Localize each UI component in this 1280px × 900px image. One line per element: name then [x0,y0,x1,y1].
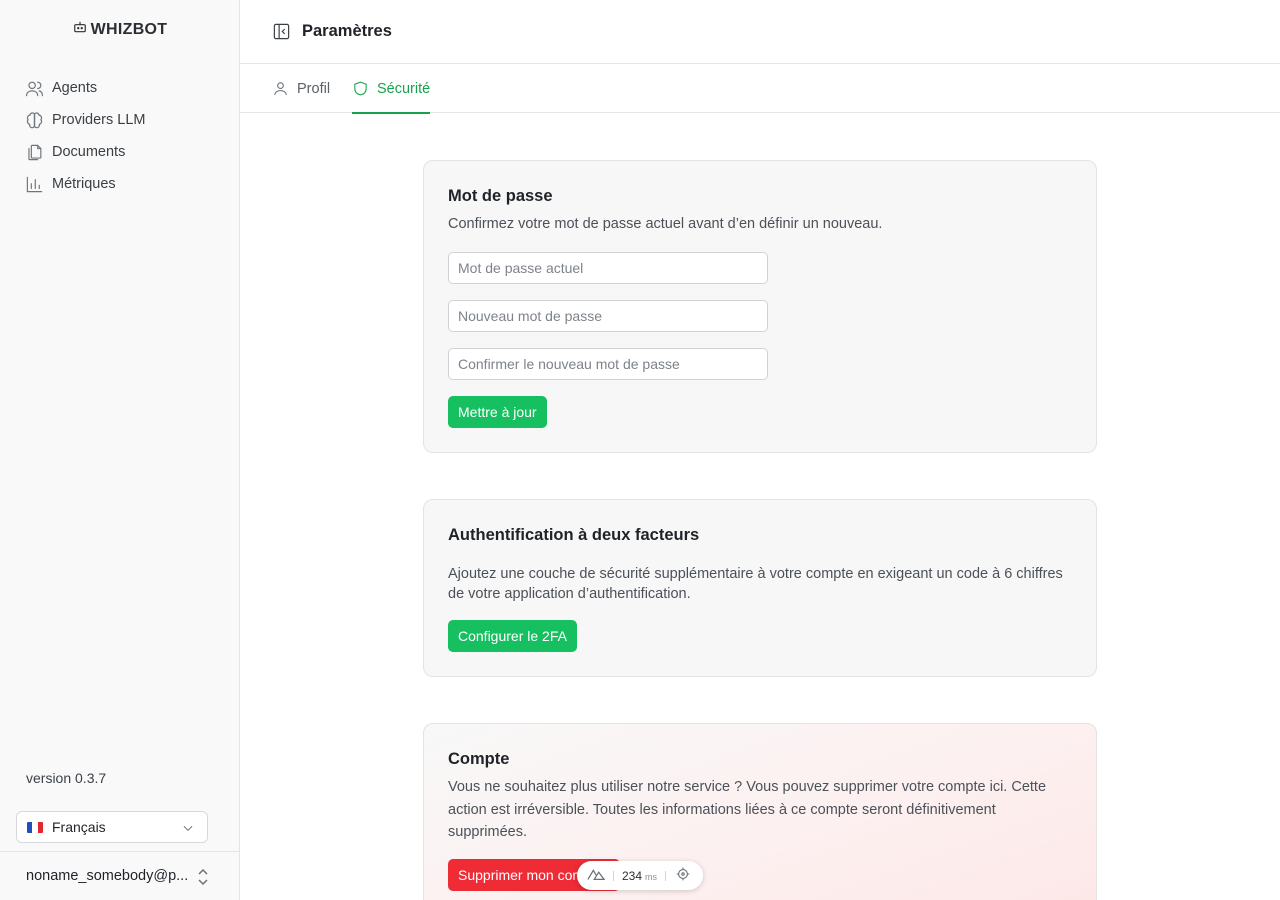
settings-tabs: Profil Sécurité [240,64,1280,114]
brand[interactable]: WHIZBOT [0,20,240,39]
confirm-password-input[interactable] [448,348,768,380]
bar-chart-icon [24,174,44,194]
render-time-value: 234 [622,868,643,883]
divider [613,870,614,881]
sidebar-item-label: Agents [52,80,98,96]
tab-label: Sécurité [377,80,431,97]
current-password-input[interactable] [448,252,768,284]
sidebar-item-label: Documents [52,144,126,160]
sidebar-item-agents[interactable]: Agents [24,76,224,100]
language-selected-value: Français [52,819,106,835]
new-password-input[interactable] [448,300,768,332]
users-icon [24,78,44,98]
sidebar: WHIZBOT Agents Providers LLM Documents M… [0,0,240,900]
page-title: Paramètres [302,22,392,40]
documents-icon [24,142,44,162]
sidebar-item-metriques[interactable]: Métriques [24,172,224,196]
brain-icon [24,110,44,130]
sidebar-nav: Agents Providers LLM Documents Métriques [24,76,224,204]
user-icon [274,82,287,95]
target-icon[interactable] [674,866,692,885]
nuxt-logo-icon[interactable] [587,866,606,885]
brand-name: WHIZBOT [90,20,168,38]
twofa-card-description: Ajoutez une couche de sécurité supplémen… [448,566,1063,602]
account-card-description: Vous ne souhaitez plus utiliser notre se… [448,779,1047,840]
tab-profil[interactable]: Profil [272,64,330,113]
account-card-title: Compte [448,750,510,768]
robot-icon [73,20,87,39]
shield-icon [354,81,367,96]
sidebar-toggle-icon[interactable] [270,21,292,43]
sidebar-item-providers-llm[interactable]: Providers LLM [24,108,224,132]
sidebar-item-documents[interactable]: Documents [24,140,224,164]
chevron-down-icon [181,821,195,838]
twofa-card-title: Authentification à deux facteurs [448,526,700,544]
language-select[interactable]: Français [16,811,208,843]
tab-label: Profil [297,80,331,97]
dev-toolbar[interactable]: 234 ms [577,861,703,890]
sidebar-item-label: Providers LLM [52,112,146,128]
password-card-title: Mot de passe [448,187,553,205]
france-flag-icon [27,821,43,833]
account-card: Compte Vous ne souhaitez plus utiliser n… [423,723,1097,900]
twofa-card: Authentification à deux facteurs Ajoutez… [423,499,1097,677]
tab-securite[interactable]: Sécurité [352,64,431,114]
user-menu[interactable]: noname_somebody@p... [0,851,239,900]
divider [665,870,667,881]
password-card: Mot de passe Confirmez votre mot de pass… [423,160,1097,453]
password-card-description: Confirmez votre mot de passe actuel avan… [448,216,883,232]
update-password-button[interactable]: Mettre à jour [448,396,547,428]
render-time: 234 ms [622,869,657,883]
render-time-unit: ms [645,871,658,882]
sidebar-item-label: Métriques [52,176,116,192]
page-header: Paramètres [240,0,1280,64]
app-version: version 0.3.7 [26,770,107,786]
configure-2fa-button[interactable]: Configurer le 2FA [448,620,577,652]
user-email: noname_somebody@p... [26,868,189,884]
chevrons-up-down-icon [195,868,211,890]
